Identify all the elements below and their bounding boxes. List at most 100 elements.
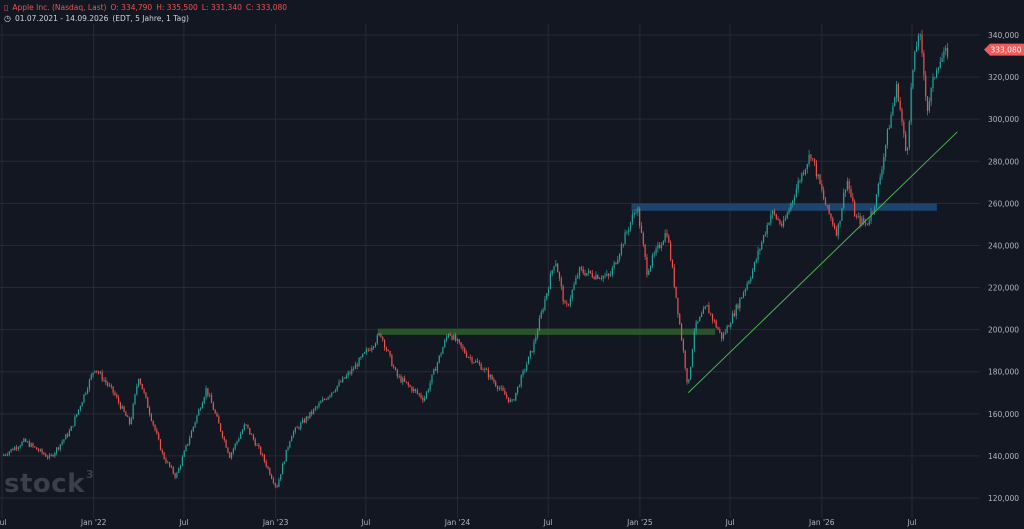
candle-body [588, 270, 590, 274]
candle-body [762, 235, 765, 243]
candle-body [877, 183, 879, 195]
candle-body [912, 69, 914, 88]
candle-body [52, 454, 54, 457]
candle-body [404, 378, 406, 382]
x-axis[interactable]: Jul Jan '22 Jul Jan '23 Jul Jan '24 Jul Jan '25… [0, 518, 917, 527]
candle-body [726, 326, 728, 333]
candle-body [252, 434, 255, 440]
candle-body [296, 427, 298, 429]
candle-body [431, 374, 433, 383]
candle-body [236, 441, 238, 444]
candle-body [138, 379, 140, 387]
candle-body [87, 389, 89, 394]
candle-body [833, 224, 836, 229]
candle-body [143, 389, 145, 393]
candle-body [921, 34, 923, 54]
candle-body [500, 387, 502, 389]
candle-body [338, 381, 340, 386]
candle-body [945, 47, 947, 51]
candle-body [888, 128, 890, 130]
candle-body [710, 313, 712, 315]
candle-body [506, 394, 508, 398]
candle-body [291, 436, 293, 442]
candle-body [449, 334, 451, 336]
candle-body [68, 430, 71, 437]
candle-body [482, 369, 484, 371]
candle-body [427, 389, 429, 392]
candle-body [445, 336, 448, 341]
candle-body [852, 197, 854, 202]
candle-body [442, 347, 444, 354]
candle-body [411, 386, 413, 392]
candle-body [544, 299, 546, 310]
instrument-header: ▯ Apple Inc. (Nasdaq, Last) O: 334,790 H… [4, 3, 287, 12]
candle-body [731, 313, 734, 324]
candle-body [489, 374, 491, 378]
candle-body [320, 401, 322, 404]
candle-body [719, 329, 721, 333]
candle-body [540, 312, 542, 319]
clock-icon: ◷ [4, 14, 11, 23]
candle-body [936, 69, 938, 78]
candle-body [808, 154, 810, 165]
candle-body [464, 348, 466, 354]
candle-body [85, 393, 87, 395]
candle-body [156, 429, 158, 434]
candle-body [436, 362, 439, 371]
candle-body [673, 267, 675, 287]
candle-body [176, 472, 178, 478]
candle-body [715, 320, 717, 328]
candle-body [770, 214, 772, 223]
candle-body [677, 297, 679, 315]
y-axis[interactable]: 120,000 140,000 160,000 180,000 200,000 220,0… [988, 31, 1019, 503]
candle-body [39, 449, 41, 451]
ohlc-low: L: 331,340 [201, 3, 242, 12]
candle-body [753, 262, 756, 271]
candle-body [773, 210, 776, 215]
candle-body [198, 409, 200, 416]
candle-body [611, 267, 613, 275]
candle-body [54, 452, 56, 457]
candle-body [340, 381, 342, 383]
candle-body [784, 218, 787, 220]
candle-body [826, 205, 828, 206]
candle-body [910, 87, 912, 122]
candle-body [90, 374, 92, 380]
candle-body [134, 394, 136, 405]
candle-body [125, 411, 127, 417]
candle-body [839, 220, 841, 225]
candle-body [385, 347, 388, 350]
candle-body [342, 377, 344, 383]
candle-body [307, 416, 309, 419]
candle-body [480, 364, 482, 370]
candle-body [438, 355, 440, 363]
candle-body [675, 286, 677, 298]
candle-body [331, 392, 333, 396]
candle-body [181, 456, 183, 466]
candle-body [79, 406, 81, 410]
candle-body [136, 386, 138, 395]
candle-body [788, 209, 790, 214]
date-range[interactable]: 01.07.2021 - 14.09.2026 [15, 14, 108, 23]
candle-body [223, 437, 225, 440]
candle-body [94, 370, 96, 373]
price-chart[interactable]: 120,000 140,000 160,000 180,000 200,000 220,0… [0, 0, 1024, 529]
x-tick-label: Jan '22 [80, 518, 107, 527]
candle-body [854, 201, 856, 217]
candle-body [218, 416, 220, 424]
candle-body [416, 390, 418, 394]
instrument-name[interactable]: Apple Inc. (Nasdaq, Last) [12, 3, 106, 12]
candle-body [254, 439, 256, 446]
candle-body [799, 180, 801, 182]
last-price-marker: 333,080 [984, 43, 1024, 56]
candle-body [70, 426, 72, 431]
candle-body [132, 404, 134, 419]
candle-body [112, 386, 114, 393]
candle-body [905, 133, 907, 151]
candle-body [549, 273, 551, 289]
candle-body [207, 388, 209, 396]
candle-body [398, 376, 400, 378]
candle-body [881, 169, 883, 178]
candle-body [558, 272, 561, 279]
candle-body [74, 416, 76, 426]
